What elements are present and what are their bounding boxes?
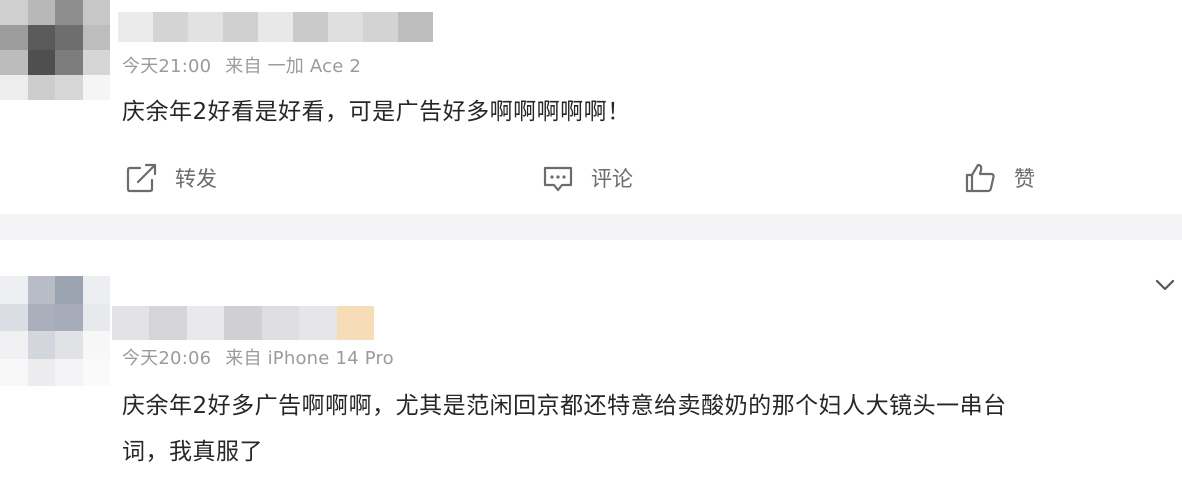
post-meta: 今天21:00 来自 一加 Ace 2: [122, 52, 361, 78]
repost-label: 转发: [175, 167, 217, 191]
chevron-down-icon[interactable]: [1153, 272, 1177, 296]
thumbs-up-icon: [964, 162, 998, 194]
post-text-line-1: 庆余年2好多广告啊啊啊，尤其是范闲回京都还特意给卖酸奶的那个妇人大镜头一串台: [122, 393, 1007, 419]
comment-label: 评论: [591, 167, 633, 191]
post-time: 今天20:06: [122, 348, 212, 369]
like-label: 赞: [1014, 167, 1035, 191]
username-blurred[interactable]: [118, 12, 433, 42]
post-card-1: 今天21:00 来自 一加 Ace 2 庆余年2好看是好看，可是广告好多啊啊啊啊啊…: [0, 0, 1182, 214]
comment-button[interactable]: 评论: [541, 160, 633, 196]
post-source: 来自 一加 Ace 2: [225, 56, 362, 77]
post-time: 今天21:00: [122, 56, 212, 77]
username-blurred[interactable]: [112, 306, 374, 340]
repost-icon: [125, 162, 159, 194]
post-text-line-2: 词，我真服了: [122, 439, 263, 465]
post-text: 庆余年2好看是好看，可是广告好多啊啊啊啊啊！: [122, 99, 631, 125]
post-meta: 今天20:06 来自 iPhone 14 Pro: [122, 344, 394, 370]
repost-button[interactable]: 转发: [125, 160, 217, 196]
avatar[interactable]: [0, 0, 110, 100]
comment-icon: [541, 162, 575, 194]
post-card-2: 今天20:06 来自 iPhone 14 Pro 庆余年2好多广告啊啊啊，尤其是范…: [0, 240, 1182, 494]
like-button[interactable]: 赞: [964, 160, 1035, 196]
avatar[interactable]: [0, 276, 110, 386]
post-source: 来自 iPhone 14 Pro: [225, 348, 394, 369]
